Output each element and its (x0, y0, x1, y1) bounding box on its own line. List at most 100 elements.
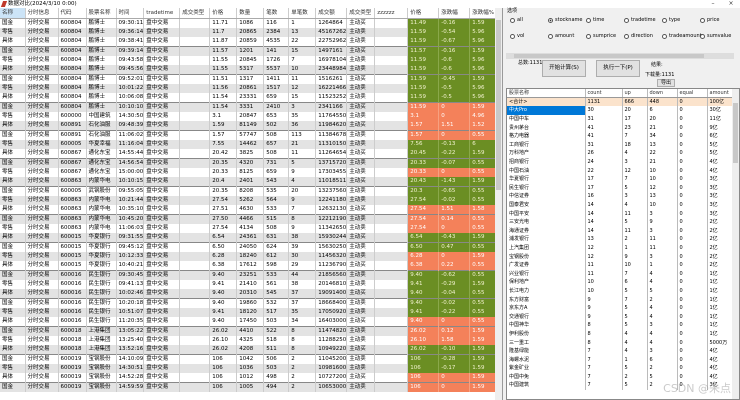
table-row[interactable]: 具体 分时交易 600015 华夏银行 09:31:55 盘中交易 6.54 24361 631… (0, 233, 500, 243)
table-row[interactable]: 华夏银行 17 7 10 0 3亿 (507, 174, 735, 184)
table-row[interactable]: 宝钢股份 12 9 3 0 2亿 (507, 252, 735, 261)
column-header[interactable]: 成交类型 (346, 8, 376, 19)
column-header[interactable]: 价格 (209, 8, 238, 19)
table-row[interactable]: 中大Pro 30 20 6 0 30亿 (507, 106, 735, 115)
radio-stockname[interactable]: stockname (548, 17, 582, 23)
table-row[interactable]: 零售 分时交易 600016 民生银行 10:51:07 盘中交易 9.41 18120 517… (0, 308, 500, 317)
table-row[interactable]: 零售 分时交易 600018 上港集团 13:25:40 盘中交易 26.10 4325 518… (0, 336, 500, 345)
table-row[interactable]: 工商银行 31 18 13 0 5亿 (507, 140, 735, 150)
column-header[interactable]: 成交额 (315, 8, 348, 19)
radio-all[interactable]: all (510, 17, 523, 23)
table-row[interactable]: 零售 分时交易 600863 内蒙华电 10:21:44 盘中交易 27.54 5262 564… (0, 196, 500, 205)
table-row[interactable]: 三安光电 14 5 9 0 2亿 (507, 217, 735, 227)
table-row[interactable]: 国金 分时交易 600891 石化油服 11:06:02 盘中交易 1.57 57747 508… (0, 130, 500, 140)
table-row[interactable]: 国金 分时交易 600018 上港集团 13:05:22 盘中交易 26.02 4410 522… (0, 326, 500, 336)
column-header[interactable]: 成交类型 (179, 8, 211, 19)
table-row[interactable]: 京东方A 9 5 4 0 1亿 (507, 303, 735, 313)
table-row[interactable]: 万科地产 26 4 22 0 5亿 (507, 149, 735, 158)
column-header[interactable]: 分时信息 (25, 8, 59, 19)
table-row[interactable]: 国金 分时交易 600867 通化东宝 14:56:54 盘中交易 20.35 4320 731… (0, 158, 500, 168)
table-row[interactable]: 国金 分时交易 600804 鹏博士 09:52:01 盘中交易 11.51 1317 1411… (0, 74, 500, 84)
radio-direction[interactable]: direction (624, 33, 653, 39)
step-button[interactable]: 执行一下(P) (596, 60, 640, 77)
start-calc-button[interactable]: 开始计算(S) (542, 60, 586, 77)
minimize-button[interactable]: – (706, 0, 720, 8)
table-row[interactable]: 海通证券 14 11 3 0 2亿 (507, 226, 735, 236)
table-row[interactable]: 贵州茅台 41 23 21 0 9亿 (507, 123, 735, 132)
radio-tradeamount[interactable]: tradeamount (662, 33, 702, 39)
radio-time[interactable]: time (586, 17, 604, 23)
table-row[interactable]: 具体 分时交易 600019 宝钢股份 14:52:28 盘中交易 106 1012 498 2 1… (0, 373, 500, 383)
column-header[interactable]: 单笔数 (288, 8, 317, 19)
column-header[interactable]: 名称 (0, 8, 26, 19)
export-button[interactable]: 导出 (657, 79, 675, 87)
column-header[interactable]: 股票名称 (86, 8, 117, 19)
table-row[interactable]: 上汽集团 12 1 11 0 2亿 (507, 243, 735, 253)
table-row[interactable]: 具体 分时交易 600804 鹏博士 09:45:56 盘中交易 11.55 5317 5537… (0, 65, 500, 75)
column-header[interactable]: 股票名称 (507, 89, 586, 99)
table-row[interactable]: 东方财富 9 7 2 0 1亿 (507, 295, 735, 304)
column-header[interactable]: up (622, 89, 648, 99)
column-header[interactable]: 数量 (236, 8, 265, 19)
table-row[interactable]: 格力电器 41 7 34 0 6亿 (507, 131, 735, 141)
grid-vertical-scrollbar[interactable] (495, 8, 502, 400)
radio-vol[interactable]: vol (510, 33, 524, 39)
table-row[interactable]: 兴业银行 11 7 4 0 1亿 (507, 269, 735, 279)
total-row[interactable]: <合计> 1131 666 448 0 100亿 (507, 97, 735, 107)
table-row[interactable]: 海螺水泥 7 1 6 0 4亿 (507, 355, 735, 364)
table-row[interactable]: 零售 分时交易 600804 鹏博士 09:43:58 盘中交易 11.55 20845 172… (0, 56, 500, 65)
table-row[interactable]: 零售 分时交易 600019 宝钢股份 14:30:51 盘中交易 106 1036 503 2 1… (0, 364, 500, 373)
column-header[interactable]: 涨跌幅 (438, 8, 471, 19)
table-row[interactable]: 国金 分时交易 600019 宝钢股份 14:10:09 盘中交易 106 1042 506 2 1… (0, 354, 500, 364)
table-row[interactable]: 具体 分时交易 600015 华夏银行 10:40:21 盘中交易 6.38 17612 598… (0, 261, 500, 271)
options-horizontal-scrollbar[interactable] (506, 53, 734, 59)
table-row[interactable]: 三一重工 8 4 4 0 5000万 (507, 338, 735, 347)
column-header[interactable]: equal (677, 89, 708, 99)
table-row[interactable]: 保利地产 10 6 4 0 1亿 (507, 278, 735, 287)
table-row[interactable]: 具体 分时交易 600891 石化油服 09:48:39 盘中交易 1.59 81149 502… (0, 121, 500, 131)
column-header[interactable]: count (585, 89, 623, 99)
table-row[interactable]: 中国石油 22 12 10 0 4亿 (507, 166, 735, 175)
table-row[interactable]: 零售 分时交易 600016 民生银行 09:41:13 盘中交易 9.41 21410 561… (0, 280, 500, 289)
table-row[interactable]: 零售 分时交易 600015 华夏银行 10:12:33 盘中交易 6.28 18240 612… (0, 252, 500, 261)
table-row[interactable]: 交通银行 9 5 4 0 1亿 (507, 312, 735, 322)
column-header[interactable]: amount (707, 89, 735, 99)
table-row[interactable]: 广发证券 11 10 1 0 2亿 (507, 260, 735, 270)
table-row[interactable]: 招商银行 24 3 21 0 4亿 (507, 157, 735, 167)
table-row[interactable]: 零售 分时交易 600804 鹏博士 10:01:22 盘中交易 11.56 20861 151… (0, 84, 500, 93)
table-row[interactable]: 国金 分时交易 600016 民生银行 10:20:18 盘中交易 9.40 19860 532… (0, 298, 500, 308)
radio-tradetime[interactable]: tradetime (624, 17, 656, 23)
table-row[interactable]: 伊利股份 8 4 4 0 1亿 (507, 329, 735, 339)
table-row[interactable]: 具体 分时交易 600867 通化东宝 14:55:44 盘中交易 20.42 3825 508… (0, 149, 500, 159)
radio-price[interactable]: price (700, 17, 719, 23)
table-row[interactable]: 零售 分时交易 600804 鹏博士 09:36:14 盘中交易 11.7 20865 2384… (0, 28, 500, 37)
table-row[interactable]: 零售 分时交易 600005 华夏幸福 11:16:04 盘中交易 7.55 14462 657… (0, 140, 500, 149)
column-header[interactable]: down (647, 89, 678, 99)
table-row[interactable]: 国金 分时交易 600863 内蒙华电 10:45:20 盘中交易 27.50 4466 515… (0, 214, 500, 224)
table-row[interactable]: 中国中免 7 2 5 0 4亿 (507, 372, 735, 382)
radio-amount[interactable]: amount (548, 33, 574, 39)
column-header[interactable]: 笔数 (263, 8, 290, 19)
column-header[interactable]: 价格 (407, 8, 440, 19)
column-header[interactable]: zzzzzz (374, 8, 409, 19)
table-row[interactable]: 具体 分时交易 600804 鹏博士 10:06:08 盘中交易 11.54 23331 659… (0, 93, 500, 103)
table-row[interactable]: 零售 分时交易 600863 内蒙华电 11:06:03 盘中交易 27.54 4134 508… (0, 224, 500, 233)
radio-sumvalue[interactable]: sumvalue (700, 33, 731, 39)
table-row[interactable]: 紫金矿业 7 5 2 0 4亿 (507, 364, 735, 373)
column-header[interactable]: tradetime (143, 8, 181, 19)
table-row[interactable]: 零售 分时交易 600000 中国建筑 14:30:50 盘中交易 3.1 20847 653 3… (0, 112, 500, 121)
table-row[interactable]: 国金 分时交易 600005 武钢股份 09:55:05 盘中交易 20.35 8208 535… (0, 186, 500, 196)
table-row[interactable]: 中国平安 14 11 3 0 3亿 (507, 209, 735, 218)
table-row[interactable]: 国金 分时交易 600804 鹏博士 09:39:14 盘中交易 11.57 1201 141 1… (0, 46, 500, 56)
table-row[interactable]: 零售 分时交易 600867 通化东宝 15:00:00 盘中交易 20.33 8125 659… (0, 168, 500, 177)
table-row[interactable]: 具体 分时交易 600863 内蒙华电 10:35:10 盘中交易 27.51 4630 533… (0, 205, 500, 215)
table-row[interactable]: 国金 分时交易 600804 鹏博士 09:30:11 盘中交易 11.71 1086 116 1… (0, 18, 500, 28)
trade-data-grid[interactable]: 名称 分时信息 代码 股票名称 时间 tradetime 成交类型 价格 数量 笔数 单笔数 成交额成… (0, 8, 503, 400)
radio-type[interactable]: type (662, 17, 680, 23)
close-button[interactable]: × (724, 0, 738, 8)
stats-vertical-scrollbar[interactable] (732, 89, 739, 399)
table-row[interactable]: 浦发银行 13 2 11 0 2亿 (507, 235, 735, 244)
column-header[interactable]: 时间 (116, 8, 145, 19)
table-row[interactable]: 隆基绿能 7 4 3 0 4亿 (507, 346, 735, 356)
table-row[interactable]: 国泰君安 14 4 10 0 3亿 (507, 200, 735, 210)
